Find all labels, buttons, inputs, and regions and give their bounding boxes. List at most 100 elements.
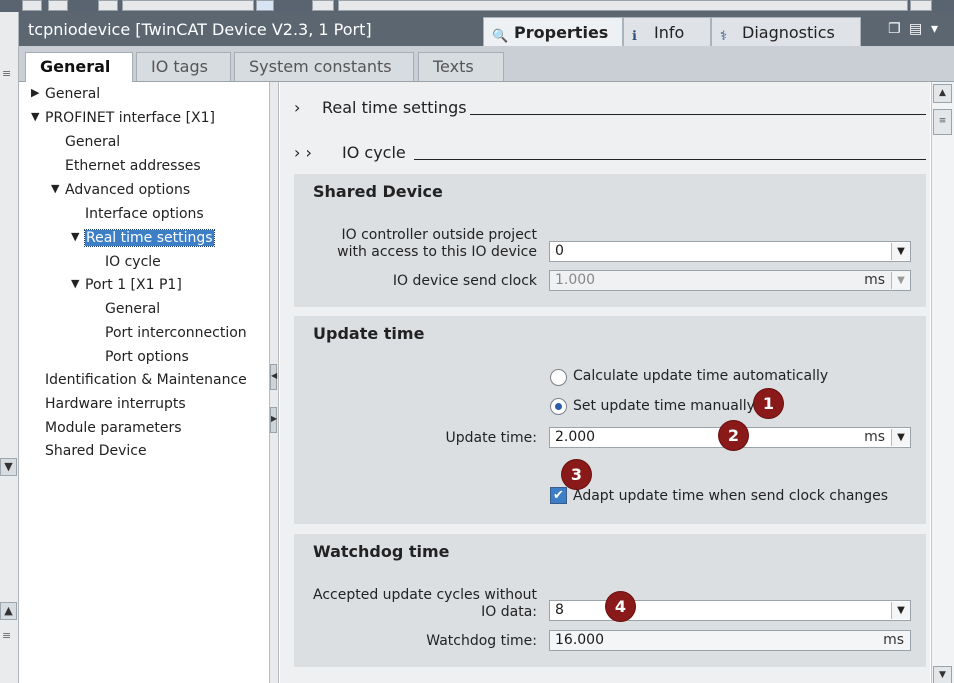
scroll-left-icon[interactable] — [312, 0, 334, 11]
scroll-right-icon[interactable] — [910, 0, 932, 11]
tree-item-label: General — [65, 134, 121, 150]
tree-item-label: Port options — [105, 349, 189, 365]
section-expand-icon[interactable]: › › — [294, 143, 312, 162]
section-expand-icon[interactable]: › — [294, 98, 300, 117]
tab-general[interactable]: General — [25, 52, 133, 83]
tab-info[interactable]: ℹ Info — [623, 17, 711, 46]
update-time-title: Update time — [313, 324, 425, 343]
tree-item-advanced-options[interactable]: ▼ Advanced options — [51, 182, 191, 198]
tree-item-label: Module parameters — [45, 420, 182, 436]
inspector-title-bar: tcpniodevice [TwinCAT Device V2.3, 1 Por… — [19, 12, 954, 46]
info-icon: ℹ — [632, 29, 637, 44]
dropdown-arrow-icon[interactable]: ▼ — [891, 243, 910, 260]
accepted-cycles-label-line2: IO data: — [481, 604, 537, 620]
update-time-value: 2.000 — [555, 429, 596, 445]
annotation-badge-2: 2 — [719, 421, 748, 450]
watchdog-time-label: Watchdog time: — [426, 633, 537, 649]
tree-item-port-general[interactable]: General — [105, 301, 160, 317]
main-tabs: General IO tags System constants Texts — [19, 46, 954, 83]
io-controller-select[interactable]: 0 ▼ — [549, 241, 911, 262]
expand-arrow-icon[interactable]: ▶ — [31, 86, 39, 99]
shared-device-title: Shared Device — [313, 182, 443, 201]
header-divider — [470, 114, 926, 115]
send-clock-field: 1.000 ms ▼ — [549, 270, 911, 291]
tab-properties[interactable]: 🔍 Properties — [483, 17, 623, 46]
scroll-left-icon[interactable] — [22, 0, 42, 11]
collapse-arrow-icon[interactable]: ▼ — [31, 110, 39, 123]
tree-item-hardware-interrupts[interactable]: Hardware interrupts — [45, 396, 186, 412]
horizontal-scrollbar[interactable] — [338, 0, 908, 11]
checkmark-icon: ✔ — [553, 488, 564, 503]
tree-item-module-parameters[interactable]: Module parameters — [45, 420, 182, 436]
chevron-down-icon: ▼ — [4, 460, 13, 473]
dropdown-arrow-icon[interactable]: ▼ — [891, 602, 910, 619]
scroll-up-button[interactable]: ▲ — [0, 602, 17, 620]
dropdown-icon[interactable]: ▾ — [931, 21, 938, 37]
tree-item-port-options[interactable]: Port options — [105, 349, 189, 365]
top-toolbar-strip — [0, 0, 954, 12]
scroll-thumb[interactable]: ≡ — [933, 109, 952, 135]
send-clock-value: 1.000 — [555, 272, 596, 288]
tab-diagnostics[interactable]: ⚕ Diagnostics — [711, 17, 861, 46]
accepted-cycles-select[interactable]: 8 ▼ — [549, 600, 911, 621]
adapt-update-time-label: Adapt update time when send clock change… — [573, 488, 889, 504]
annotation-badge-1: 1 — [754, 389, 783, 418]
restore-icon[interactable]: ❐ — [888, 21, 901, 37]
tree-item-identification-maintenance[interactable]: Identification & Maintenance — [45, 372, 247, 388]
scroll-thumb[interactable] — [48, 0, 68, 11]
shared-device-section: Shared Device IO controller outside proj… — [294, 174, 926, 307]
collapse-arrow-icon[interactable]: ▼ — [51, 182, 59, 195]
tree-item-ethernet-addresses[interactable]: Ethernet addresses — [65, 158, 201, 174]
zoom-icon[interactable] — [256, 0, 274, 11]
annotation-badge-4: 4 — [606, 592, 635, 621]
scroll-down-button[interactable]: ▼ — [933, 666, 952, 683]
panel-splitter[interactable]: ◀ ▶ — [270, 82, 279, 683]
tab-system-constants[interactable]: System constants — [234, 52, 414, 81]
io-controller-label-line1: IO controller outside project — [341, 227, 538, 243]
diagnostics-icon: ⚕ — [720, 29, 728, 44]
tree-item-shared-device[interactable]: Shared Device — [45, 443, 147, 459]
grip-icon[interactable]: ≡ — [2, 629, 11, 642]
scroll-down-button[interactable]: ▼ — [0, 458, 17, 476]
tree-item-real-time-settings[interactable]: ▼ Real time settings — [71, 229, 215, 247]
zoom-slider[interactable] — [122, 0, 254, 11]
accepted-cycles-label-line1: Accepted update cycles without — [313, 587, 537, 603]
chevron-up-icon: ▲ — [939, 88, 946, 98]
scroll-up-button[interactable]: ▲ — [933, 84, 952, 103]
chevron-up-icon: ▲ — [4, 604, 13, 617]
radio-set-manually[interactable] — [550, 398, 567, 415]
tree-item-label: PROFINET interface [X1] — [45, 110, 216, 126]
menu-icon[interactable]: ▤ — [909, 21, 922, 37]
scroll-left-icon[interactable] — [98, 0, 118, 11]
tree-item-general[interactable]: ▶ General — [31, 86, 101, 102]
adapt-update-time-checkbox[interactable]: ✔ — [550, 487, 567, 504]
tree-item-general[interactable]: General — [65, 134, 120, 150]
watchdog-time-value: 16.000 — [555, 632, 604, 648]
update-time-unit: ms — [864, 429, 885, 445]
collapse-arrow-icon[interactable]: ▼ — [71, 277, 79, 290]
properties-content: › Real time settings › › IO cycle Shared… — [280, 82, 930, 683]
tree-item-label: Advanced options — [65, 182, 191, 198]
tree-item-io-cycle[interactable]: IO cycle — [105, 254, 161, 270]
expand-right-icon[interactable]: ▶ — [270, 407, 277, 433]
tree-item-label: Port 1 [X1 P1] — [85, 277, 182, 293]
tree-item-interface-options[interactable]: Interface options — [85, 206, 204, 222]
tree-item-label: General — [45, 86, 101, 102]
properties-window: ≡ ▼ ▲ ≡ tcpniodevice [TwinCAT Device V2.… — [0, 0, 954, 683]
tree-item-label: Real time settings — [84, 229, 215, 247]
chevron-down-icon: ▼ — [939, 670, 946, 680]
tab-texts[interactable]: Texts — [418, 52, 504, 81]
vertical-scrollbar[interactable]: ▲ ≡ ▼ — [931, 82, 954, 683]
tree-item-port-interconnection[interactable]: Port interconnection — [105, 325, 247, 341]
left-side-panel: ≡ ▼ ▲ ≡ — [0, 12, 19, 683]
dropdown-arrow-icon[interactable]: ▼ — [891, 429, 910, 446]
tree-item-label: Interface options — [85, 206, 204, 222]
dropdown-arrow-icon: ▼ — [891, 272, 910, 289]
collapse-left-icon[interactable]: ◀ — [270, 364, 277, 390]
grip-icon[interactable]: ≡ — [2, 67, 11, 80]
tree-item-profinet-interface[interactable]: ▼ PROFINET interface [X1] — [31, 110, 216, 126]
tab-io-tags[interactable]: IO tags — [136, 52, 231, 81]
collapse-arrow-icon[interactable]: ▼ — [71, 230, 79, 243]
tree-item-port-1[interactable]: ▼ Port 1 [X1 P1] — [71, 277, 182, 293]
radio-calculate-automatically[interactable] — [550, 369, 567, 386]
